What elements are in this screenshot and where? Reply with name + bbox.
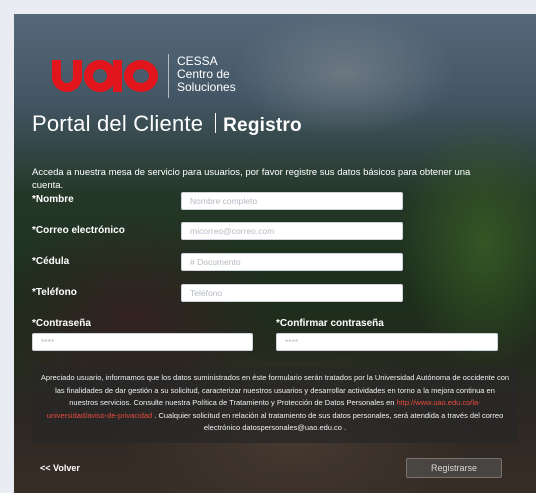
privacy-notice-text-2: . Cualquier solicitud en relación al tra… xyxy=(152,410,504,433)
back-link[interactable]: << Volver xyxy=(40,463,80,473)
nombre-input[interactable] xyxy=(181,192,403,210)
logo-line-3: Soluciones xyxy=(177,80,236,94)
cedula-input[interactable] xyxy=(181,253,403,271)
cedula-label: *Cédula xyxy=(32,256,70,267)
registration-panel: CESSA Centro de Soluciones Portal del Cl… xyxy=(14,14,536,493)
password-input[interactable] xyxy=(32,333,253,351)
logo-letter-o xyxy=(124,60,158,92)
title-divider xyxy=(215,113,217,133)
email-field[interactable] xyxy=(181,222,403,240)
uao-logo-mark xyxy=(52,54,158,98)
confirm-password-input[interactable] xyxy=(276,333,498,351)
correo-label: *Correo electrónico xyxy=(32,225,125,236)
uao-cessa-logo: CESSA Centro de Soluciones xyxy=(52,54,236,98)
section-title: Registro xyxy=(223,115,302,136)
register-button[interactable]: Registrarse xyxy=(406,458,502,478)
portal-title: Portal del Cliente xyxy=(32,111,204,136)
logo-caption: CESSA Centro de Soluciones xyxy=(177,55,236,94)
logo-letter-u xyxy=(52,60,82,92)
page-title: Portal del Cliente Registro xyxy=(32,111,302,137)
logo-letter-a xyxy=(84,60,122,92)
telefono-label: *Teléfono xyxy=(32,287,77,298)
nombre-label: *Nombre xyxy=(32,194,74,205)
panel-content: CESSA Centro de Soluciones Portal del Cl… xyxy=(14,14,536,493)
intro-text: Acceda a nuestra mesa de servicio para u… xyxy=(32,167,471,191)
password-label: *Contraseña xyxy=(32,318,91,329)
privacy-notice: Apreciado usuario, informamos que los da… xyxy=(32,367,518,443)
telefono-input[interactable] xyxy=(181,284,403,302)
logo-divider xyxy=(168,54,169,98)
confirm-password-label: *Confirmar contraseña xyxy=(276,318,384,329)
